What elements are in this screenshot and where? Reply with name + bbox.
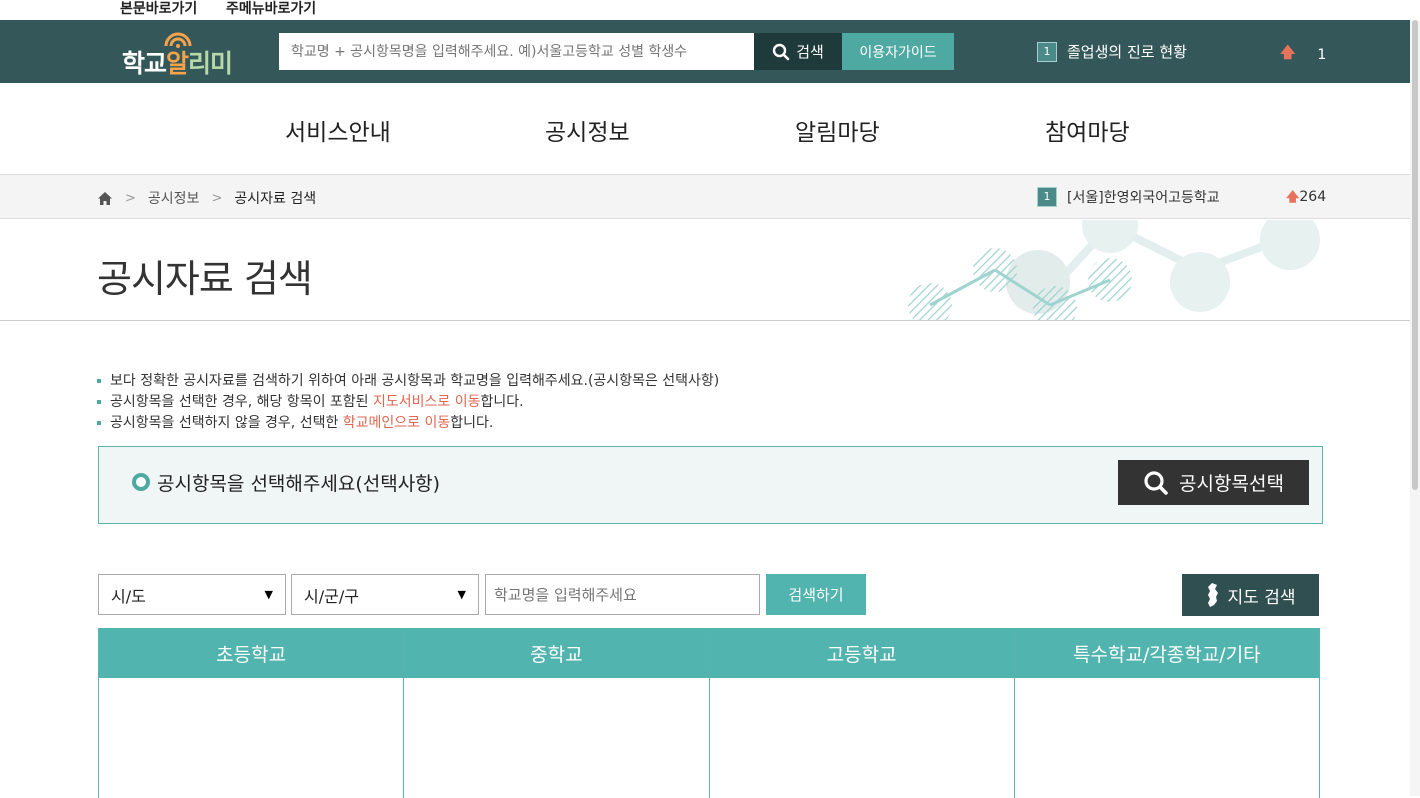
sigungu-select-value: 시/군/구 [304,586,359,606]
category-column: 중학교 [403,628,710,798]
category-column: 특수학교/각종학교/기타 [1013,628,1320,798]
breadcrumb-separator: > [211,190,223,206]
top-header: 학교알리미 검색 이용자가이드 1 졸업생의 진로 현황 🡅 1 [0,20,1420,83]
breadcrumb-trend-count: 🡅264 [1286,188,1326,210]
guide-note: 보다 정확한 공시자료를 검색하기 위하여 아래 공시항목과 학교명을 입력해주… [97,371,719,392]
breadcrumb-current: 공시자료 검색 [234,191,317,207]
school-category-table: 초등학교 중학교 고등학교 특수학교/각종학교/기타 [98,628,1320,798]
header-search [279,33,754,70]
molecule-decoration-icon [908,220,1320,320]
trend-count: 1 [1317,46,1327,63]
search-icon [772,43,790,60]
header-trending-item[interactable]: 1 졸업생의 진로 현황 [1037,41,1187,62]
tab-special[interactable]: 특수학교/각종학교/기타 [1014,628,1319,678]
site-logo[interactable]: 학교알리미 [122,28,252,78]
nav-disclosure-info[interactable]: 공시정보 [545,113,630,147]
sido-select-value: 시/도 [111,586,146,606]
map-search-button[interactable]: 지도 검색 [1182,574,1319,616]
guide-note: 공시항목을 선택하지 않을 경우, 선택한 학교메인으로 이동합니다. [97,413,719,434]
category-column: 고등학교 [708,628,1015,798]
breadcrumb-item[interactable]: 공시정보 [148,188,200,208]
school-search-button[interactable]: 검색하기 [766,574,866,615]
breadcrumb-bar: > 공시정보 > 공시자료 검색 1 [서울]한영외국어고등학교 🡅264 [0,175,1420,219]
page-title-area: 공시자료 검색 [0,220,1420,321]
school-name-input[interactable] [486,575,759,614]
page-scrollbar[interactable] [1410,20,1420,796]
breadcrumb: > 공시정보 > 공시자료 검색 [97,188,316,208]
header-search-input[interactable] [279,33,754,70]
nav-notice[interactable]: 알림마당 [795,113,880,147]
arrow-up-icon: 🡅 [1286,190,1300,205]
guide-note-highlight: 학교메인으로 이동 [342,415,451,431]
tab-high[interactable]: 고등학교 [709,628,1014,678]
scrollbar-thumb[interactable] [1412,20,1418,490]
skip-to-menu-link[interactable]: 주메뉴바로가기 [226,0,316,18]
arrow-up-icon: 🡅 [1280,43,1296,61]
guide-note: 공시항목을 선택한 경우, 해당 항목이 포함된 지도서비스로 이동합니다. [97,392,719,413]
logo-text: 학교알리미 [122,49,233,78]
home-icon[interactable] [97,191,113,206]
breadcrumb-separator: > [125,190,136,206]
trending-school-text: [서울]한영외국어고등학교 [1067,190,1220,206]
disclosure-item-selector: 공시항목을 선택해주세요(선택사항) 공시항목선택 [98,446,1323,524]
guide-note-text: 보다 정확한 공시자료를 검색하기 위하여 아래 공시항목과 학교명을 입력해주… [110,373,720,389]
category-column: 초등학교 [98,628,405,798]
page-title: 공시자료 검색 [97,257,313,301]
sido-select[interactable]: 시/도 ▼ [98,574,286,615]
main-navigation: 서비스안내 공시정보 알림마당 참여마당 [0,83,1420,175]
dropdown-arrow-icon: ▼ [457,588,466,601]
choose-item-label: 공시항목선택 [1179,473,1284,495]
search-guide-notes: 보다 정확한 공시자료를 검색하기 위하여 아래 공시항목과 학교명을 입력해주… [97,371,719,434]
guide-note-text: 합니다. [450,415,494,431]
rank-number-badge: 1 [1037,187,1057,207]
skip-links: 본문바로가기 주메뉴바로가기 [0,0,1420,20]
dropdown-arrow-icon: ▼ [264,588,273,601]
guide-note-text: 공시항목을 선택한 경우, 해당 항목이 포함된 [110,394,373,410]
nav-participation[interactable]: 참여마당 [1045,113,1130,147]
school-name-field [485,574,760,615]
trending-text: 졸업생의 진로 현황 [1067,43,1187,61]
search-icon [1144,470,1168,495]
tab-middle[interactable]: 중학교 [404,628,709,678]
trend-count: 264 [1299,189,1327,205]
nav-service-info[interactable]: 서비스안내 [285,113,391,147]
breadcrumb-trending-item[interactable]: 1 [서울]한영외국어고등학교 [1037,187,1220,207]
header-search-label: 검색 [796,43,824,61]
radio-icon [132,473,150,491]
rank-number-badge: 1 [1037,41,1057,62]
map-search-label: 지도 검색 [1227,587,1296,608]
item-select-label: 공시항목을 선택해주세요(선택사항) [157,473,441,495]
user-guide-button[interactable]: 이용자가이드 [842,33,954,70]
korea-map-icon [1207,583,1218,607]
header-search-button[interactable]: 검색 [754,33,842,70]
guide-note-text: 합니다. [480,394,524,410]
sigungu-select[interactable]: 시/군/구 ▼ [291,574,479,615]
guide-note-highlight: 지도서비스로 이동 [373,394,481,410]
guide-note-text: 공시항목을 선택하지 않을 경우, 선택한 [110,415,343,431]
header-trend-count: 🡅 1 [1280,42,1326,67]
choose-item-button[interactable]: 공시항목선택 [1118,460,1309,505]
tab-elementary[interactable]: 초등학교 [99,628,404,678]
skip-to-content-link[interactable]: 본문바로가기 [120,0,197,18]
